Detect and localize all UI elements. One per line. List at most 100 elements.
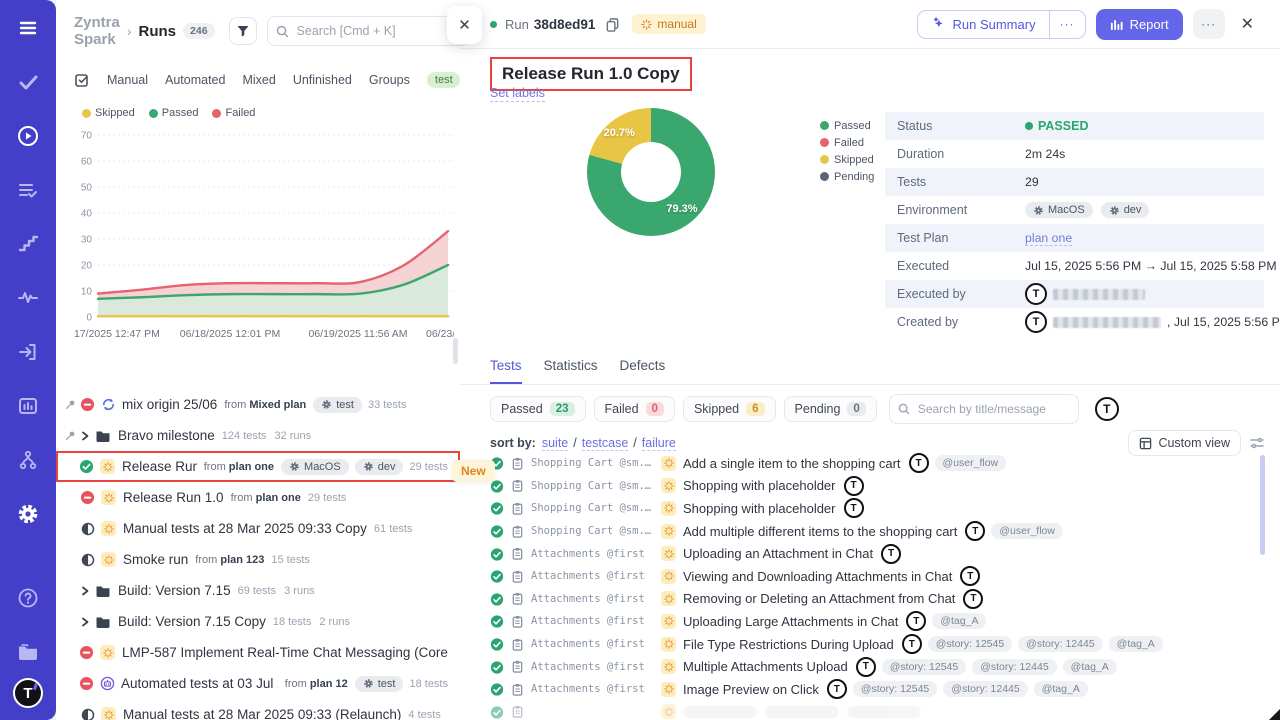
checklist-icon[interactable] [16, 178, 40, 202]
sort-by-suite[interactable]: suite [542, 436, 568, 451]
tab-statistics[interactable]: Statistics [544, 358, 598, 384]
test-list-item[interactable]: Shopping Cart @sm...Add a single item to… [490, 452, 1270, 475]
filter-skipped-button[interactable]: Skipped6 [683, 396, 776, 422]
copy-icon[interactable] [605, 17, 620, 32]
test-list-item[interactable]: Attachments @firstUploading an Attachmen… [490, 542, 1270, 565]
manual-test-icon [661, 478, 676, 493]
filter-button[interactable] [229, 17, 257, 45]
test-list-item[interactable]: Attachments @firstMultiple Attachments U… [490, 655, 1270, 678]
filter-pending-button[interactable]: Pending0 [784, 396, 877, 422]
test-title: Uploading Large Attachments in Chat [683, 614, 898, 629]
tab-groups[interactable]: Groups [369, 73, 410, 87]
test-list-item[interactable]: Attachments @firstImage Preview on Click… [490, 678, 1270, 701]
tab-defects[interactable]: Defects [620, 358, 666, 384]
play-circle-icon[interactable] [16, 124, 40, 148]
test-list-item[interactable] [490, 701, 1270, 720]
detail-tabs: Tests Statistics Defects [490, 358, 665, 384]
run-list-item[interactable]: Build: Version 7.1569 tests3 runs [56, 575, 460, 606]
test-list-item[interactable]: Attachments @firstUploading Large Attach… [490, 610, 1270, 633]
branch-icon[interactable] [16, 448, 40, 472]
test-list-item[interactable]: Shopping Cart @sm...Shopping with placeh… [490, 497, 1270, 520]
run-list-item[interactable]: Manual tests at 28 Mar 2025 09:33 Copy61… [56, 513, 460, 544]
filter-passed-button[interactable]: Passed23 [490, 396, 586, 422]
select-runs-icon[interactable] [74, 72, 90, 88]
run-list-item[interactable]: Release Run 1.0 Copyfrom plan one MacOS … [56, 451, 460, 482]
tests-search-input[interactable] [916, 401, 1070, 417]
breadcrumb-project[interactable]: Zyntra Spark [74, 14, 120, 48]
app-logo[interactable]: T [13, 678, 43, 708]
more-actions-button[interactable]: ··· [1193, 9, 1225, 39]
run-list-item[interactable]: Release Run 1.0from plan one29 tests [56, 482, 460, 513]
report-button[interactable]: Report [1096, 9, 1183, 40]
docs-folder-icon[interactable] [16, 640, 40, 664]
chevron-right-icon[interactable] [80, 617, 91, 627]
run-list-item[interactable]: mix origin 25/06from Mixed plan test33 t… [56, 389, 460, 420]
env-tag-chip[interactable]: test [427, 72, 460, 88]
run-list-item[interactable]: Automated tests at 03 Jul 2025 13:25from… [56, 668, 460, 699]
run-details-table: Status PASSED Duration 2m 24s Tests 29 E… [885, 112, 1264, 336]
steps-icon[interactable] [16, 232, 40, 256]
run-list-item[interactable]: Smoke runfrom plan 12315 tests [56, 544, 460, 575]
runs-panel-scrollbar[interactable] [453, 338, 458, 364]
signin-icon[interactable] [16, 340, 40, 364]
test-list-item[interactable]: Shopping Cart @sm...Shopping with placeh… [490, 475, 1270, 498]
test-list-item[interactable]: Shopping Cart @sm...Add multiple differe… [490, 520, 1270, 543]
testcase-icon [511, 683, 524, 696]
run-list-item[interactable]: LMP-587 Implement Real-Time Chat Messagi… [56, 637, 460, 668]
manual-test-icon [661, 704, 676, 719]
run-list-item[interactable]: Bravo milestone124 tests32 runs [56, 420, 460, 451]
manual-run-icon [101, 490, 116, 505]
status-passed-icon [490, 547, 504, 561]
legend-label: Failed [225, 107, 255, 119]
filter-failed-button[interactable]: Failed0 [594, 396, 675, 422]
tests-search[interactable] [889, 394, 1079, 424]
runs-search-input[interactable] [295, 23, 460, 39]
sort-by-testcase[interactable]: testcase [582, 436, 629, 451]
run-summary-button[interactable]: Run Summary [918, 11, 1048, 38]
tab-tests[interactable]: Tests [490, 358, 522, 384]
close-icon[interactable]: ✕ [1235, 10, 1260, 38]
run-label: Run [505, 17, 529, 32]
runs-count-badge: 246 [183, 23, 215, 39]
assignee-filter-avatar[interactable]: T [1095, 397, 1119, 421]
tab-mixed[interactable]: Mixed [242, 73, 275, 87]
run-title: Release Run 1.0 Copy [122, 459, 197, 474]
menu-icon[interactable] [16, 16, 40, 40]
filter-count-badge: 23 [550, 402, 575, 416]
filter-label: Failed [605, 402, 639, 416]
help-icon[interactable] [16, 586, 40, 610]
suite-name: Attachments @first [531, 661, 653, 673]
tab-unfinished[interactable]: Unfinished [293, 73, 352, 87]
report-bars-icon[interactable] [16, 394, 40, 418]
test-list-item[interactable]: Attachments @firstViewing and Downloadin… [490, 565, 1270, 588]
set-labels-link[interactable]: Set labels [490, 86, 545, 102]
runs-search[interactable] [267, 16, 469, 46]
run-title: Automated tests at 03 Jul 2025 13:25 [121, 676, 278, 691]
column-settings-icon[interactable] [1250, 436, 1264, 450]
run-list-item[interactable]: Manual tests at 28 Mar 2025 09:33 (Relau… [56, 699, 460, 720]
testcase-icon [511, 705, 524, 718]
sort-by-failure[interactable]: failure [642, 436, 676, 451]
chevron-right-icon[interactable] [80, 586, 91, 596]
resize-handle[interactable] [1269, 709, 1280, 720]
user-avatar: T [965, 521, 985, 541]
test-tag: @story: 12545 [853, 681, 937, 697]
report-chart-icon [1110, 18, 1123, 31]
gear-icon[interactable] [16, 502, 40, 526]
test-list-item[interactable]: Attachments @firstFile Type Restrictions… [490, 633, 1270, 656]
run-list-item[interactable]: Build: Version 7.15 Copy18 tests2 runs [56, 606, 460, 637]
tab-automated[interactable]: Automated [165, 73, 225, 87]
suite-name: Shopping Cart @sm... [531, 457, 653, 469]
run-summary-more-button[interactable]: ··· [1050, 11, 1085, 38]
panel-close-button[interactable]: ✕ [447, 6, 482, 44]
status-passed-icon [490, 569, 504, 583]
test-list-item[interactable]: Attachments @firstRemoving or Deleting a… [490, 588, 1270, 611]
check-icon[interactable] [16, 70, 40, 94]
donut-legend-item: Pending [820, 168, 874, 185]
manual-run-icon [100, 459, 115, 474]
chevron-right-icon[interactable] [80, 431, 91, 441]
pulse-icon[interactable] [16, 286, 40, 310]
tests-scrollbar[interactable] [1260, 455, 1265, 555]
tab-manual[interactable]: Manual [107, 73, 148, 87]
test-plan-link[interactable]: plan one [1025, 231, 1072, 246]
